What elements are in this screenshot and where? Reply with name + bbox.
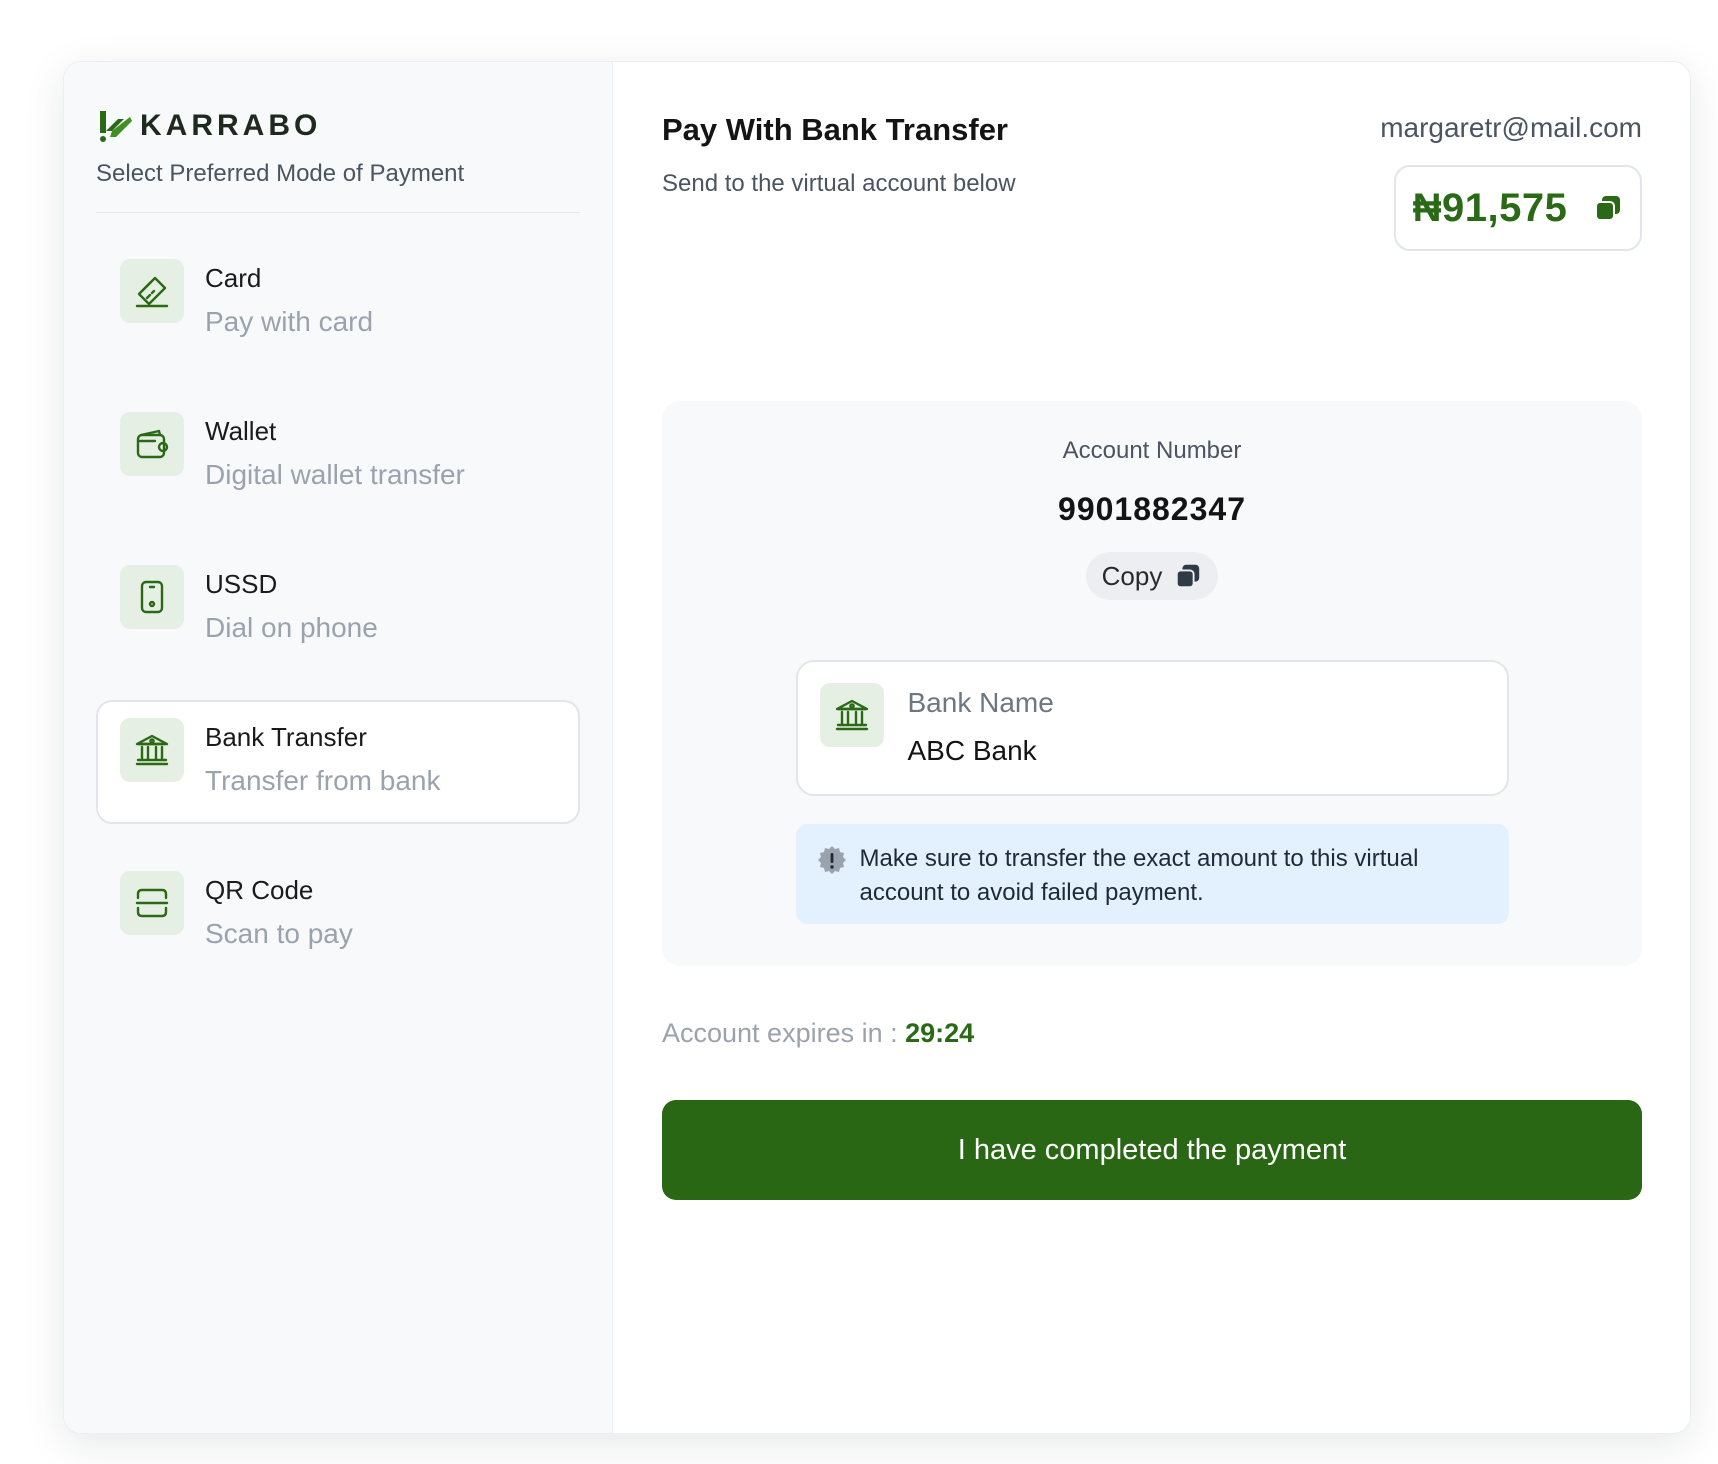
copy-icon[interactable] [1593, 193, 1623, 223]
expiry-label: Account expires in : [662, 1018, 898, 1048]
sidebar-divider [96, 212, 580, 213]
transfer-notice: Make sure to transfer the exact amount t… [795, 824, 1509, 924]
bank-name-box: Bank Name ABC Bank [795, 660, 1509, 796]
customer-email: margaretr@mail.com [1380, 112, 1642, 143]
payment-option-qr-code[interactable]: QR Code Scan to pay [96, 853, 580, 977]
copy-button-label: Copy [1101, 560, 1163, 591]
payment-option-title: USSD [205, 569, 278, 599]
wallet-icon [136, 429, 169, 459]
notice-text: Make sure to transfer the exact amount t… [859, 845, 1419, 906]
bank-icon [135, 734, 169, 766]
payment-option-subtitle: Scan to pay [205, 918, 353, 949]
bank-name-label: Bank Name [907, 687, 1054, 718]
payment-option-title: Card [205, 263, 262, 293]
payment-option-card[interactable]: Card Pay with card [96, 241, 580, 365]
payment-option-title: Wallet [205, 416, 277, 446]
phone-icon [140, 580, 164, 614]
payment-method-sidebar: KARRABO Select Preferred Mode of Payment… [64, 62, 613, 1433]
payment-modal: KARRABO Select Preferred Mode of Payment… [63, 61, 1691, 1434]
completed-payment-button[interactable]: I have completed the payment [662, 1100, 1642, 1200]
payment-option-title: Bank Transfer [205, 722, 367, 752]
brand-name: KARRABO [140, 109, 322, 142]
payment-option-subtitle: Dial on phone [205, 612, 378, 643]
account-number: 9901882347 [1058, 491, 1246, 527]
payment-option-wallet[interactable]: Wallet Digital wallet transfer [96, 394, 580, 518]
virtual-account-card: Account Number 9901882347 Copy Bank Name… [662, 401, 1642, 966]
completed-payment-label: I have completed the payment [957, 1133, 1347, 1166]
bank-name-value: ABC Bank [907, 735, 1037, 766]
account-expiry: Account expires in : 29:24 [662, 1018, 1642, 1049]
panel-header: Pay With Bank Transfer Send to the virtu… [662, 112, 1642, 312]
qr-code-icon [135, 888, 169, 918]
card-icon [135, 276, 169, 308]
expiry-countdown: 29:24 [905, 1018, 975, 1048]
payment-option-bank-transfer[interactable]: Bank Transfer Transfer from bank [96, 700, 580, 824]
payment-options-list: Card Pay with card Wallet Digital wallet… [96, 241, 580, 977]
karrabo-logo-icon [100, 111, 132, 142]
payment-option-subtitle: Digital wallet transfer [205, 459, 465, 490]
warning-badge-icon [817, 846, 846, 874]
payment-option-ussd[interactable]: USSD Dial on phone [96, 547, 580, 671]
sidebar-subtitle: Select Preferred Mode of Payment [96, 160, 465, 187]
brand-logo: KARRABO [96, 106, 580, 146]
payment-option-subtitle: Transfer from bank [205, 765, 441, 796]
copy-icon [1176, 564, 1200, 589]
payment-option-title: QR Code [205, 875, 314, 905]
copy-account-button[interactable]: Copy [1086, 552, 1218, 600]
payment-option-subtitle: Pay with card [205, 306, 374, 337]
account-number-label: Account Number [1062, 437, 1242, 464]
amount-box: ₦91,575 [1394, 165, 1642, 251]
bank-transfer-panel: Pay With Bank Transfer Send to the virtu… [613, 62, 1690, 1433]
payment-amount: ₦91,575 [1412, 185, 1568, 230]
bank-icon [835, 699, 868, 731]
